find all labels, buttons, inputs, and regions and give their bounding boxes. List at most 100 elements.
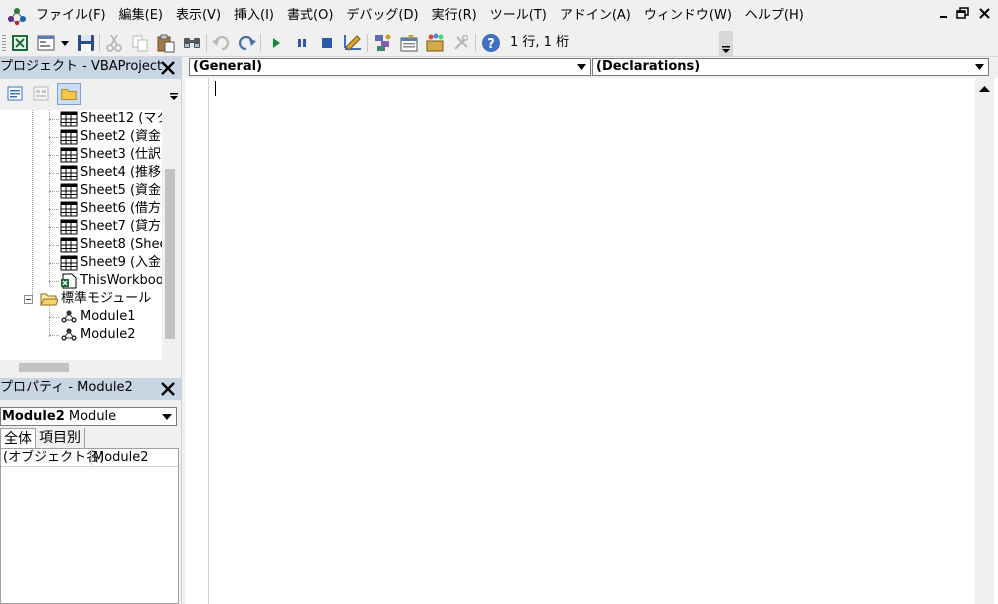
properties-object-select[interactable]: Module2 Module	[0, 407, 177, 426]
design-mode-icon[interactable]	[342, 32, 364, 54]
minimize-icon[interactable]	[936, 5, 954, 23]
worksheet-icon	[60, 111, 78, 127]
menu-insert[interactable]: 挿入(I)	[234, 7, 274, 25]
tree-item-sheet4[interactable]: Sheet4 (推移	[0, 164, 162, 182]
run-icon[interactable]	[265, 32, 287, 54]
property-name: (オブジェクト名)	[3, 450, 105, 465]
menu-file[interactable]: ファイル(F)	[36, 7, 106, 25]
object-combo[interactable]: (General)	[189, 58, 591, 76]
vba-app-icon[interactable]	[6, 5, 30, 27]
tree-guide-line	[49, 155, 59, 156]
property-value[interactable]: Module2	[93, 449, 149, 467]
toolbar-options-chevron[interactable]	[719, 31, 733, 56]
scroll-up-icon[interactable]	[975, 82, 994, 98]
code-margin-indicator-bar[interactable]	[185, 78, 209, 604]
menu-window[interactable]: ウィンドウ(W)	[644, 7, 732, 25]
menu-help[interactable]: ヘルプ(H)	[745, 7, 804, 25]
chevron-down-icon[interactable]	[158, 408, 176, 425]
tree-item-sheet9[interactable]: Sheet9 (入金	[0, 254, 162, 272]
tree-item-label: Sheet5 (資金	[80, 183, 162, 198]
menu-addins[interactable]: アドイン(A)	[560, 7, 631, 25]
menu-items: ファイル(F) 編集(E) 表示(V) 挿入(I) 書式(O) デバッグ(D) …	[36, 7, 817, 25]
code-vscrollbar[interactable]	[975, 78, 994, 604]
tree-item-thisworkbook[interactable]: ThisWorkbook	[0, 272, 162, 290]
tree-folder-standard-modules[interactable]: 標準モジュール	[0, 290, 162, 308]
project-tree-vscroll-thumb[interactable]	[165, 169, 175, 339]
toggle-folders-icon[interactable]	[57, 83, 81, 105]
tree-guide-line	[49, 317, 59, 318]
properties-pane-titlebar[interactable]: プロパティ - Module2	[0, 378, 181, 400]
tree-item-label: Sheet6 (借方	[80, 201, 162, 216]
properties-object-type: Module	[68, 409, 117, 424]
tree-item-label: ThisWorkbook	[80, 273, 162, 288]
tree-item-sheet2[interactable]: Sheet2 (資金	[0, 128, 162, 146]
close-icon[interactable]	[976, 5, 994, 23]
tree-item-sheet8[interactable]: Sheet8 (Shee	[0, 236, 162, 254]
tree-guide-line	[49, 263, 59, 264]
excel-view-icon[interactable]	[9, 32, 31, 54]
toolbar-separator	[367, 34, 368, 52]
tree-item-sheet6[interactable]: Sheet6 (借方	[0, 200, 162, 218]
insert-userform-icon[interactable]	[35, 32, 57, 54]
tab-categorized[interactable]: 項目別	[36, 428, 85, 448]
find-icon[interactable]	[181, 32, 203, 54]
properties-pane: プロパティ - Module2 Module2 Module 全体 項目別 (オ…	[0, 378, 181, 604]
cut-icon[interactable]	[103, 32, 125, 54]
project-explorer-icon[interactable]	[372, 32, 394, 54]
toolbar-separator	[99, 34, 100, 52]
menu-run[interactable]: 実行(R)	[432, 7, 477, 25]
view-code-icon[interactable]	[3, 83, 27, 105]
properties-object-name: Module2	[2, 409, 65, 424]
project-toolbar-chevron[interactable]	[168, 83, 180, 105]
tree-guide-line	[49, 335, 59, 336]
procedure-combo[interactable]: (Declarations)	[592, 58, 989, 76]
tree-item-label: Sheet7 (貸方	[80, 219, 162, 234]
undo-icon[interactable]	[210, 32, 232, 54]
code-editor[interactable]	[210, 78, 975, 604]
menu-edit[interactable]: 編集(E)	[119, 7, 163, 25]
restore-icon[interactable]	[954, 5, 972, 23]
tree-item-sheet5[interactable]: Sheet5 (資金	[0, 182, 162, 200]
redo-icon[interactable]	[236, 32, 258, 54]
object-browser-icon[interactable]	[424, 32, 446, 54]
tree-item-label: Sheet9 (入金	[80, 255, 162, 270]
view-object-icon[interactable]	[29, 83, 53, 105]
copy-icon[interactable]	[129, 32, 151, 54]
toolbar-grip[interactable]	[2, 35, 6, 53]
tree-item-sheet12[interactable]: Sheet12 (マク	[0, 110, 162, 128]
properties-window-icon[interactable]	[398, 32, 420, 54]
break-icon[interactable]	[291, 32, 313, 54]
worksheet-icon	[60, 147, 78, 163]
chevron-down-icon[interactable]	[573, 59, 590, 75]
property-row[interactable]: (オブジェクト名) Module2	[1, 449, 178, 467]
dropdown-arrow-icon[interactable]	[58, 32, 72, 54]
properties-object-label: Module2 Module	[2, 408, 116, 425]
collapse-toggle[interactable]	[24, 295, 33, 304]
menu-debug[interactable]: デバッグ(D)	[346, 7, 418, 25]
toolbox-icon[interactable]	[450, 32, 472, 54]
help-icon[interactable]: ?	[480, 32, 502, 54]
worksheet-icon	[60, 165, 78, 181]
chevron-down-icon[interactable]	[971, 59, 988, 75]
tree-item-module2[interactable]: Module2	[0, 326, 162, 344]
tree-guide-line	[49, 173, 59, 174]
tree-item-label: Module1	[80, 309, 136, 324]
menu-tools[interactable]: ツール(T)	[490, 7, 547, 25]
menu-format[interactable]: 書式(O)	[287, 7, 333, 25]
project-pane-close-icon[interactable]	[159, 59, 177, 77]
tree-item-sheet3[interactable]: Sheet3 (仕訳	[0, 146, 162, 164]
paste-icon[interactable]	[155, 32, 177, 54]
tree-item-sheet7[interactable]: Sheet7 (貸方	[0, 218, 162, 236]
properties-pane-title: プロパティ - Module2	[0, 380, 133, 395]
properties-pane-close-icon[interactable]	[159, 380, 177, 398]
project-pane-titlebar[interactable]: プロジェクト - VBAProject	[0, 57, 181, 79]
toolbar-separator	[260, 34, 261, 52]
menu-view[interactable]: 表示(V)	[176, 7, 221, 25]
module-icon	[61, 310, 77, 323]
save-icon[interactable]	[75, 32, 97, 54]
tree-item-label: 標準モジュール	[61, 291, 152, 306]
project-tree-hscroll-thumb[interactable]	[19, 363, 69, 372]
tab-alphabetic[interactable]: 全体	[0, 428, 36, 448]
reset-icon[interactable]	[316, 32, 338, 54]
tree-item-module1[interactable]: Module1	[0, 308, 162, 326]
